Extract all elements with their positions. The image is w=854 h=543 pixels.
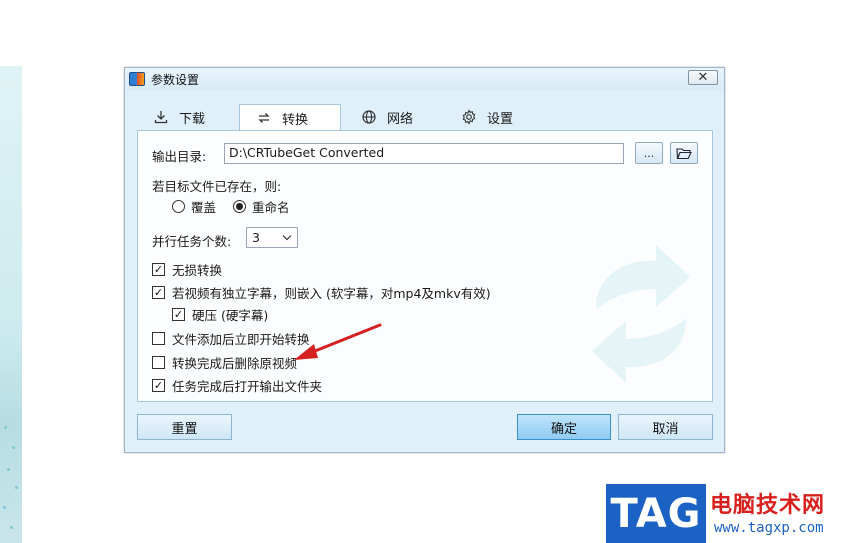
- tab-download[interactable]: 下载: [137, 104, 221, 130]
- app-icon: [129, 72, 145, 86]
- radio-overwrite[interactable]: 覆盖: [172, 197, 216, 216]
- tab-settings[interactable]: 设置: [445, 104, 529, 130]
- tab-network[interactable]: 网络: [345, 104, 429, 130]
- checkbox-lossless-label: 无损转换: [172, 263, 223, 278]
- globe-icon: [362, 110, 376, 124]
- convert-icon: [258, 113, 270, 123]
- close-button[interactable]: ✕: [688, 70, 718, 85]
- logo-title-text: 电脑技术网: [710, 493, 826, 518]
- checkbox-lossless[interactable]: ✓ 无损转换: [152, 260, 222, 279]
- tab-settings-label: 设置: [487, 111, 514, 127]
- checkbox-embed-subtitles[interactable]: ✓ 若视频有独立字幕，则嵌入 (软字幕，对mp4及mkv有效): [152, 283, 491, 302]
- output-dir-label: 输出目录:: [152, 149, 207, 164]
- checkbox-hard-subtitles[interactable]: ✓ 硬压 (硬字幕): [172, 305, 268, 324]
- if-exists-label: 若目标文件已存在，则:: [152, 179, 282, 194]
- checkbox-embed-subtitles-box: ✓: [152, 286, 165, 299]
- output-dir-input[interactable]: D:\CRTubeGet Converted: [224, 143, 624, 164]
- tab-convert-label: 转换: [282, 112, 309, 128]
- gear-icon: [462, 109, 476, 125]
- checkbox-lossless-box: ✓: [152, 263, 165, 276]
- ok-button[interactable]: 确定: [517, 414, 611, 440]
- checkbox-open-output[interactable]: ✓ 任务完成后打开输出文件夹: [152, 376, 322, 395]
- tab-download-label: 下载: [179, 111, 206, 127]
- checkbox-embed-subtitles-label: 若视频有独立字幕，则嵌入 (软字幕，对mp4及mkv有效): [172, 286, 491, 301]
- checkbox-delete-source-box: [152, 356, 165, 369]
- dialog-title: 参数设置: [151, 73, 200, 87]
- tab-convert[interactable]: 转换: [239, 104, 341, 131]
- checkbox-delete-source-label: 转换完成后删除原视频: [172, 356, 298, 371]
- radio-overwrite-dot: [172, 200, 185, 213]
- settings-dialog: 参数设置 ✕ 下载 转换 网络 设置 输出目录: D:\CRTubeGet Co…: [124, 67, 725, 453]
- logo-tag-text: TAG: [606, 484, 706, 543]
- radio-rename-label: 重命名: [252, 200, 290, 215]
- background-image-strip: [0, 66, 22, 543]
- tab-network-label: 网络: [387, 111, 414, 127]
- title-bar: 参数设置 ✕: [125, 68, 724, 90]
- reset-button[interactable]: 重置: [137, 414, 232, 440]
- parallel-tasks-value: 3: [252, 230, 260, 245]
- folder-open-icon: [676, 147, 692, 159]
- checkbox-open-output-box: ✓: [152, 379, 165, 392]
- convert-panel: 输出目录: D:\CRTubeGet Converted ... 若目标文件已存…: [137, 130, 713, 402]
- checkbox-hard-subtitles-box: ✓: [172, 308, 185, 321]
- annotation-arrow-icon: [294, 323, 382, 360]
- tab-bar: 下载 转换 网络 设置: [137, 104, 713, 131]
- chevron-down-icon: [282, 235, 292, 241]
- parallel-tasks-label: 并行任务个数:: [152, 234, 232, 249]
- cancel-button[interactable]: 取消: [618, 414, 713, 440]
- checkbox-delete-source[interactable]: 转换完成后删除原视频: [152, 353, 297, 372]
- checkbox-auto-start-box: [152, 332, 165, 345]
- logo-url-text: www.tagxp.com: [714, 520, 824, 536]
- checkbox-open-output-label: 任务完成后打开输出文件夹: [172, 379, 323, 394]
- site-watermark-logo: TAG 电脑技术网 www.tagxp.com: [606, 484, 854, 543]
- radio-rename-dot: [233, 200, 246, 213]
- checkbox-hard-subtitles-label: 硬压 (硬字幕): [192, 308, 269, 323]
- radio-rename[interactable]: 重命名: [233, 197, 290, 216]
- radio-overwrite-label: 覆盖: [191, 200, 217, 215]
- parallel-tasks-select[interactable]: 3: [246, 227, 298, 248]
- download-icon: [154, 111, 168, 124]
- open-folder-button[interactable]: [670, 142, 698, 164]
- convert-watermark-icon: [592, 245, 690, 383]
- browse-button[interactable]: ...: [635, 142, 663, 164]
